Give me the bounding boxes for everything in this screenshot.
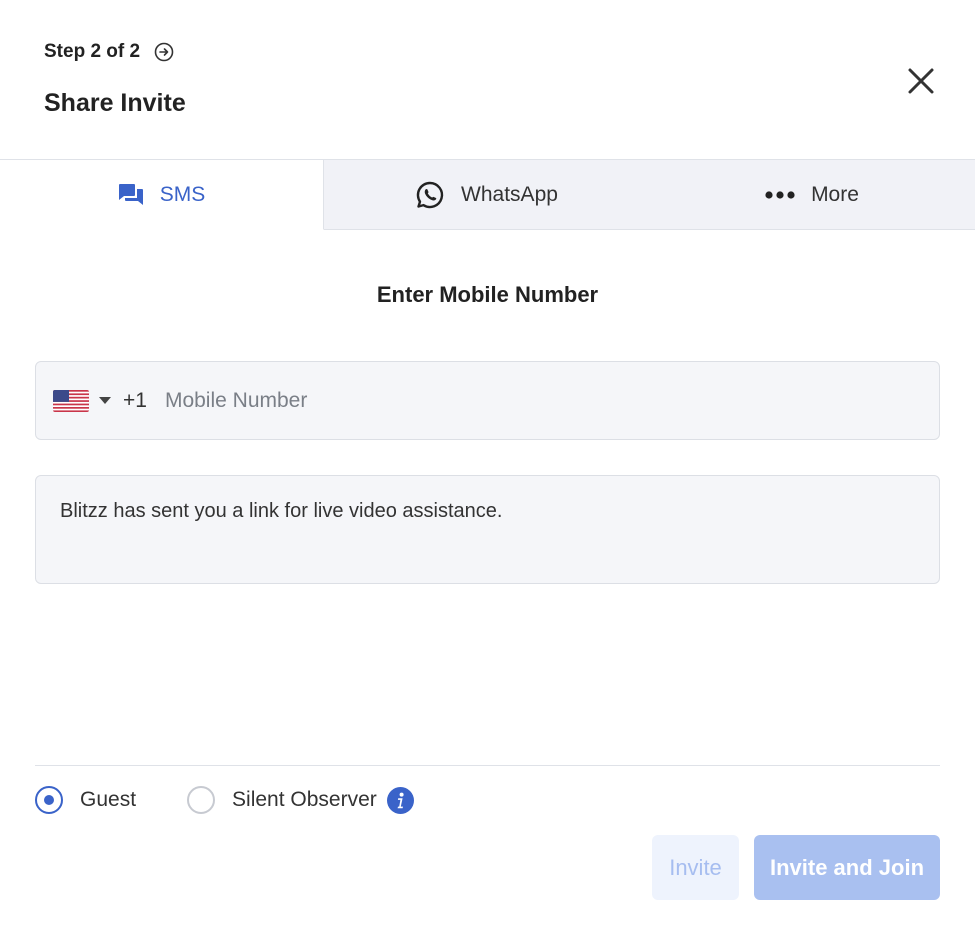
step-indicator: Step 2 of 2 [44,41,174,63]
dialog-title: Share Invite [44,89,186,117]
invite-and-join-button[interactable]: Invite and Join [754,835,940,900]
guest-radio[interactable] [35,786,63,814]
more-dots-icon [765,190,795,199]
country-dropdown-caret-icon[interactable] [99,397,111,404]
mobile-number-input[interactable] [164,388,865,413]
arrow-circle-right-icon [154,42,174,62]
tab-more[interactable]: More [649,160,975,230]
chat-bubbles-icon [118,183,143,205]
us-flag-icon[interactable] [53,389,89,412]
tab-whatsapp-label: WhatsApp [461,182,558,206]
whatsapp-icon [416,181,444,208]
share-method-tabs: SMS WhatsApp More [0,160,975,230]
role-selector: Guest Silent Observer [35,785,414,815]
step-label: Step 2 of 2 [44,41,141,62]
invite-button[interactable]: Invite [652,835,739,900]
dialog-header: Step 2 of 2 Share Invite [0,0,975,160]
divider [35,765,940,766]
phone-field: +1 [35,361,940,440]
guest-label: Guest [80,788,137,811]
silent-observer-radio[interactable] [187,786,216,814]
section-title: Enter Mobile Number [376,282,599,307]
tab-sms-label: SMS [159,182,206,206]
tab-whatsapp[interactable]: WhatsApp [324,160,649,230]
silent-observer-label: Silent Observer [232,788,377,811]
close-icon [908,68,934,94]
tab-more-label: More [811,182,859,206]
info-icon[interactable] [386,786,414,814]
tab-sms[interactable]: SMS [0,160,324,230]
close-button[interactable] [904,64,938,98]
dial-code: +1 [123,388,147,412]
message-field[interactable]: Blitzz has sent you a link for live vide… [35,475,940,584]
